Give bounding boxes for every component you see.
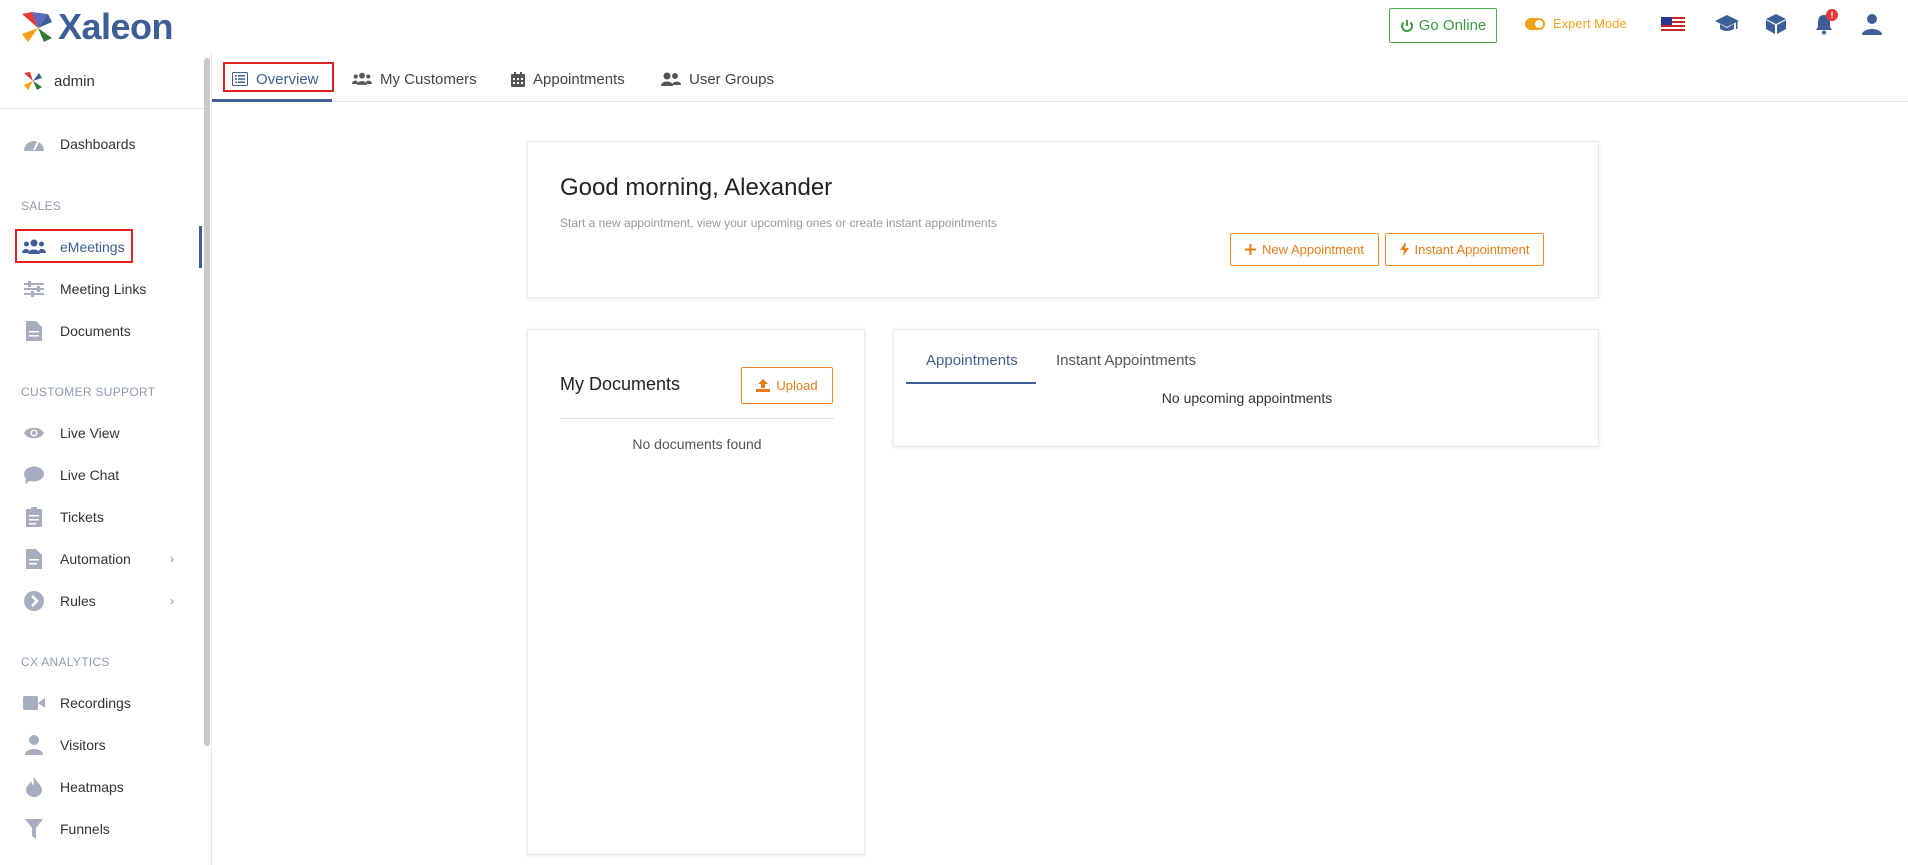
- sidebar-section-sales: SALES: [21, 199, 62, 213]
- funnel-icon: [22, 817, 46, 841]
- cube-icon[interactable]: [1762, 10, 1790, 38]
- graduation-cap-icon[interactable]: [1713, 10, 1741, 38]
- appointments-subtab[interactable]: Appointments: [926, 352, 1018, 369]
- sidebar-item-label: Rules: [60, 593, 96, 609]
- sidebar-active-indicator: [199, 226, 202, 268]
- sidebar-item-label: Tickets: [60, 509, 104, 525]
- tab-label: Appointments: [533, 70, 625, 88]
- sidebar-item-automation[interactable]: Automation ›: [22, 545, 182, 573]
- sidebar-item-documents[interactable]: Documents: [22, 317, 182, 345]
- go-online-button[interactable]: Go Online: [1389, 8, 1497, 43]
- tab-label: My Customers: [380, 70, 477, 88]
- appointments-subtab-underline: [906, 382, 1036, 384]
- sidebar-scrollbar[interactable]: [204, 58, 210, 746]
- sidebar-item-rules[interactable]: Rules ›: [22, 587, 182, 615]
- sidebar-item-dashboards[interactable]: Dashboards: [22, 130, 182, 158]
- greeting-subtitle: Start a new appointment, view your upcom…: [560, 216, 997, 230]
- chevron-right-icon: ›: [170, 552, 174, 566]
- chat-bubble-icon: [22, 463, 46, 487]
- xaleon-logo-icon: [22, 12, 52, 42]
- sidebar-item-label: Dashboards: [60, 136, 136, 152]
- sidebar-item-live-chat[interactable]: Live Chat: [22, 461, 182, 489]
- sidebar-item-label: Live Chat: [60, 467, 120, 483]
- top-bar: Xaleon Go Online Expert Mode !: [0, 0, 1908, 52]
- power-icon: [1400, 19, 1413, 32]
- sidebar-user-label: admin: [54, 72, 95, 90]
- chevron-right-icon: ›: [170, 594, 174, 608]
- sidebar-item-label: Automation: [60, 551, 131, 567]
- user-icon: [22, 733, 46, 757]
- instant-appointment-button[interactable]: Instant Appointment: [1385, 233, 1544, 266]
- sidebar-item-label: Meeting Links: [60, 281, 147, 297]
- calendar-icon: [511, 71, 525, 87]
- upload-label: Upload: [776, 378, 818, 393]
- sidebar-divider: [0, 108, 204, 109]
- documents-title: My Documents: [560, 374, 681, 394]
- eye-icon: [22, 421, 46, 445]
- sidebar-item-label: Live View: [60, 425, 120, 441]
- us-flag-icon[interactable]: [1661, 17, 1685, 33]
- documents-empty-message: No documents found: [632, 436, 762, 452]
- upload-button[interactable]: Upload: [741, 367, 833, 404]
- user-group-icon: [661, 72, 681, 86]
- notification-badge: !: [1826, 9, 1838, 21]
- speedometer-icon: [22, 132, 46, 156]
- tab-appointments[interactable]: Appointments: [511, 62, 625, 96]
- top-tabs: Overview My Customers Appointments User …: [212, 52, 1908, 102]
- logo-text: Xaleon: [58, 6, 174, 47]
- sidebar-section-cx-analytics: CX ANALYTICS: [21, 655, 110, 669]
- sidebar-item-label: Recordings: [60, 695, 131, 711]
- plus-icon: [1245, 244, 1257, 255]
- sidebar-item-live-view[interactable]: Live View: [22, 419, 182, 447]
- toggle-switch-icon: [1525, 17, 1545, 30]
- sidebar-item-meeting-links[interactable]: Meeting Links: [22, 275, 182, 303]
- tab-user-groups[interactable]: User Groups: [661, 62, 774, 96]
- greeting-title: Good morning, Alexander: [560, 174, 833, 201]
- new-appointment-label: New Appointment: [1262, 242, 1364, 257]
- active-tab-underline: [212, 99, 332, 102]
- file-code-icon: [22, 547, 46, 571]
- sidebar-item-funnels[interactable]: Funnels: [22, 815, 182, 843]
- emeetings-highlight-box: [15, 229, 133, 263]
- instant-appointment-label: Instant Appointment: [1414, 242, 1530, 257]
- new-appointment-button[interactable]: New Appointment: [1230, 233, 1379, 266]
- sidebar-user[interactable]: admin: [22, 70, 95, 92]
- appointments-empty-message: No upcoming appointments: [1161, 390, 1333, 406]
- video-camera-icon: [22, 691, 46, 715]
- arrow-circle-icon: [22, 589, 46, 613]
- sidebar-item-visitors[interactable]: Visitors: [22, 731, 182, 759]
- sidebar-item-recordings[interactable]: Recordings: [22, 689, 182, 717]
- tab-my-customers[interactable]: My Customers: [352, 62, 477, 96]
- sidebar-item-label: Documents: [60, 323, 131, 339]
- app-logo[interactable]: Xaleon: [18, 6, 174, 48]
- sidebar-section-customer-support: CUSTOMER SUPPORT: [21, 385, 156, 399]
- expert-mode-toggle[interactable]: Expert Mode: [1525, 16, 1627, 31]
- upload-icon: [756, 379, 771, 392]
- notifications-bell-icon[interactable]: !: [1810, 9, 1838, 38]
- documents-divider: [560, 418, 834, 419]
- clipboard-icon: [22, 505, 46, 529]
- my-documents-card: My Documents Upload No documents found: [527, 329, 865, 855]
- document-icon: [22, 319, 46, 343]
- sidebar-item-tickets[interactable]: Tickets: [22, 503, 182, 531]
- overview-highlight-box: [223, 62, 334, 92]
- sidebar-item-heatmaps[interactable]: Heatmaps: [22, 773, 182, 801]
- expert-mode-label: Expert Mode: [1553, 16, 1627, 31]
- appointments-card: Appointments Instant Appointments No upc…: [893, 329, 1599, 447]
- greeting-card: Good morning, Alexander Start a new appo…: [527, 141, 1599, 298]
- lightning-bolt-icon: [1399, 243, 1409, 256]
- sidebar-item-label: Heatmaps: [60, 779, 124, 795]
- go-online-label: Go Online: [1418, 17, 1487, 34]
- sliders-icon: [22, 277, 46, 301]
- instant-appointments-subtab[interactable]: Instant Appointments: [1056, 352, 1196, 369]
- user-profile-icon[interactable]: [1858, 10, 1886, 38]
- sidebar-item-label: Funnels: [60, 821, 110, 837]
- sidebar-item-label: Visitors: [60, 737, 106, 753]
- xaleon-small-logo-icon: [24, 72, 42, 90]
- users-icon: [352, 72, 372, 85]
- flame-icon: [22, 775, 46, 799]
- tab-label: User Groups: [689, 70, 775, 88]
